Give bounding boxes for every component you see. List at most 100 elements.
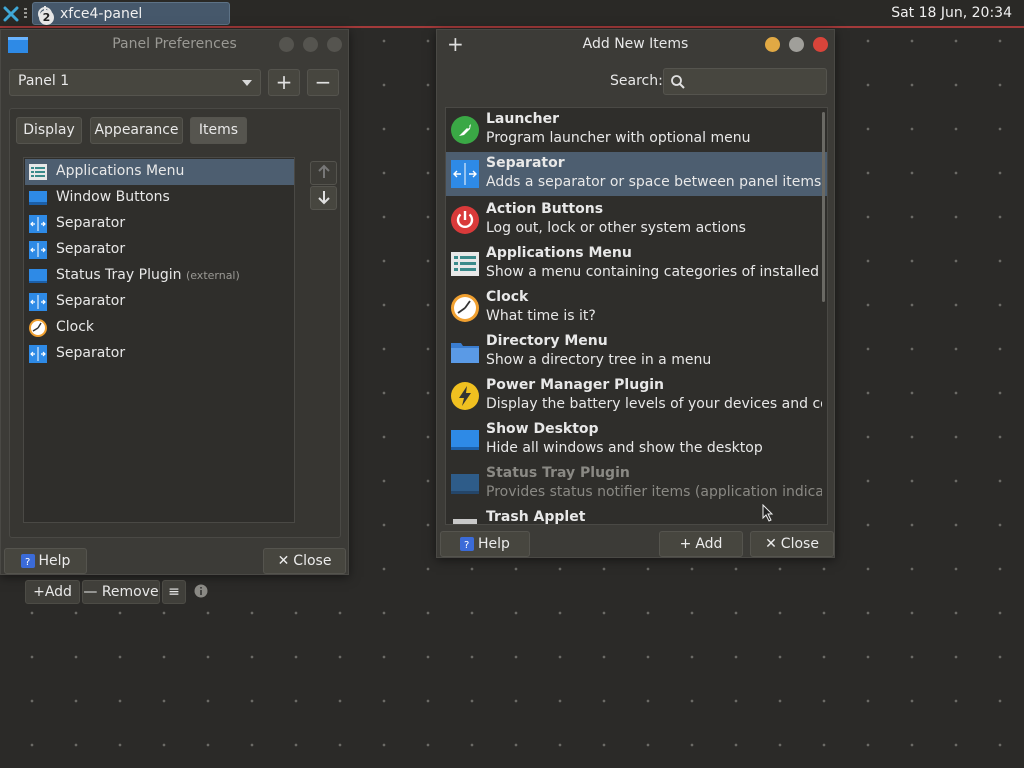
plugin-name: Power Manager Plugin — [486, 377, 664, 393]
close-button[interactable]: ✕ Close — [750, 531, 834, 557]
mouse-pointer-icon — [762, 504, 774, 522]
tab-display[interactable]: Display — [16, 117, 82, 144]
plugin-name: Status Tray Plugin — [486, 465, 630, 481]
show-desktop-icon — [451, 430, 479, 450]
help-icon: ? — [460, 537, 475, 551]
arrow-up-icon — [317, 164, 330, 178]
list-item[interactable]: Applications Menu Show a menu containing… — [446, 242, 827, 286]
list-item-label: Separator — [56, 293, 126, 309]
launcher-icon — [451, 116, 479, 144]
plugin-name: Applications Menu — [486, 245, 632, 261]
panel-select[interactable]: Panel 1 — [9, 69, 261, 96]
window-count-badge: 2 — [39, 10, 54, 25]
separator-icon — [451, 160, 479, 188]
plugin-description: Display the battery levels of your devic… — [486, 396, 822, 412]
separator-icon — [29, 293, 47, 311]
list-item-label: Separator — [56, 241, 126, 257]
remove-item-button[interactable]: — Remove — [82, 580, 160, 604]
lightning-icon — [451, 382, 479, 410]
list-item-label: Status Tray Plugin — [56, 267, 182, 283]
list-item[interactable]: Separator — [25, 341, 294, 367]
help-button[interactable]: ? Help — [4, 548, 87, 574]
about-item-button[interactable] — [189, 580, 213, 604]
list-item[interactable]: Clock — [25, 315, 294, 341]
list-item-label: Window Buttons — [56, 189, 170, 205]
svg-text:?: ? — [464, 540, 469, 551]
plugin-description: What time is it? — [486, 308, 596, 324]
list-item[interactable]: Directory Menu Show a directory tree in … — [446, 330, 827, 374]
arrow-down-icon — [317, 191, 330, 205]
list-item[interactable]: Separator Adds a separator or space betw… — [446, 152, 827, 196]
scrollbar[interactable] — [822, 112, 825, 302]
panel-grip-icon[interactable] — [24, 8, 28, 20]
move-up-button[interactable] — [310, 161, 337, 185]
separator-icon — [29, 241, 47, 259]
separator-icon — [29, 215, 47, 233]
search-input[interactable] — [663, 68, 827, 95]
add-item-button[interactable]: +Add — [25, 580, 80, 604]
titlebar[interactable]: Panel Preferences — [1, 30, 348, 58]
panel-clock[interactable]: Sat 18 Jun, 20:34 — [891, 5, 1012, 21]
help-icon: ? — [20, 554, 35, 568]
plugin-name: Show Desktop — [486, 421, 599, 437]
remove-panel-button[interactable]: − — [307, 69, 339, 96]
minus-icon: − — [314, 70, 332, 94]
list-item[interactable]: Separator — [25, 211, 294, 237]
close-button[interactable]: ✕ Close — [263, 548, 346, 574]
taskbar-button-xfce4-panel[interactable]: xfce4-panel — [32, 2, 230, 25]
window-title: Panel Preferences — [112, 36, 237, 52]
plugin-description: Provides status notifier items (applicat… — [486, 484, 822, 500]
list-item[interactable]: Applications Menu — [25, 159, 294, 185]
xfce-menu-icon[interactable] — [3, 6, 19, 22]
add-panel-button[interactable]: + — [268, 69, 300, 96]
close-icon: ✕ — [277, 553, 290, 569]
plugin-list[interactable]: Launcher Program launcher with optional … — [445, 107, 828, 525]
window-buttons-icon — [29, 191, 47, 205]
maximize-button[interactable] — [789, 37, 804, 52]
list-item-label: Applications Menu — [56, 163, 185, 179]
move-down-button[interactable] — [310, 186, 337, 210]
add-new-items-window: + Add New Items Search: Launcher Program… — [436, 29, 835, 558]
plugin-description: Hide all windows and show the desktop — [486, 440, 763, 456]
titlebar[interactable]: + Add New Items — [437, 30, 834, 58]
list-item[interactable]: Action Buttons Log out, lock or other sy… — [446, 198, 827, 242]
list-item[interactable]: Clock What time is it? — [446, 286, 827, 330]
search-icon — [671, 75, 685, 89]
maximize-button[interactable] — [303, 37, 318, 52]
minimize-button[interactable] — [765, 37, 780, 52]
clock-icon — [451, 294, 479, 322]
panel-items-list[interactable]: Applications Menu Window Buttons Separat… — [23, 157, 295, 523]
list-item[interactable]: Status Tray Plugin Provides status notif… — [446, 462, 827, 506]
plugin-description: Adds a separator or space between panel … — [486, 174, 822, 190]
list-item[interactable]: Separator — [25, 289, 294, 315]
list-item[interactable]: Power Manager Plugin Display the battery… — [446, 374, 827, 418]
chevron-down-icon — [242, 80, 252, 86]
plugin-description: Log out, lock or other system actions — [486, 220, 746, 236]
item-properties-button[interactable]: ≡ — [162, 580, 186, 604]
plugin-description: Show a directory tree in a menu — [486, 352, 712, 368]
list-item-label: Clock — [56, 319, 95, 335]
tab-appearance[interactable]: Appearance — [90, 117, 183, 144]
add-button[interactable]: + Add — [659, 531, 743, 557]
help-button[interactable]: ? Help — [440, 531, 530, 557]
plugin-name: Trash Applet — [486, 509, 586, 525]
status-tray-icon — [451, 474, 479, 494]
tab-items[interactable]: Items — [190, 117, 247, 144]
list-item[interactable]: Status Tray Plugin (external) — [25, 263, 294, 289]
trash-icon — [453, 519, 477, 524]
close-window-button[interactable] — [327, 37, 342, 52]
applications-menu-icon — [29, 164, 47, 180]
plugin-name: Action Buttons — [486, 201, 604, 217]
separator-icon — [29, 345, 47, 363]
list-item-label: Separator — [56, 215, 126, 231]
plugin-description: Show a menu containing categories of ins… — [486, 264, 822, 280]
list-item[interactable]: Window Buttons — [25, 185, 294, 211]
list-item[interactable]: Launcher Program launcher with optional … — [446, 108, 827, 152]
list-item[interactable]: Separator — [25, 237, 294, 263]
status-tray-icon — [29, 269, 47, 283]
minimize-button[interactable] — [279, 37, 294, 52]
list-icon: ≡ — [168, 584, 180, 600]
list-item[interactable]: Show Desktop Hide all windows and show t… — [446, 418, 827, 462]
plus-icon: + — [679, 536, 692, 552]
close-window-button[interactable] — [813, 37, 828, 52]
